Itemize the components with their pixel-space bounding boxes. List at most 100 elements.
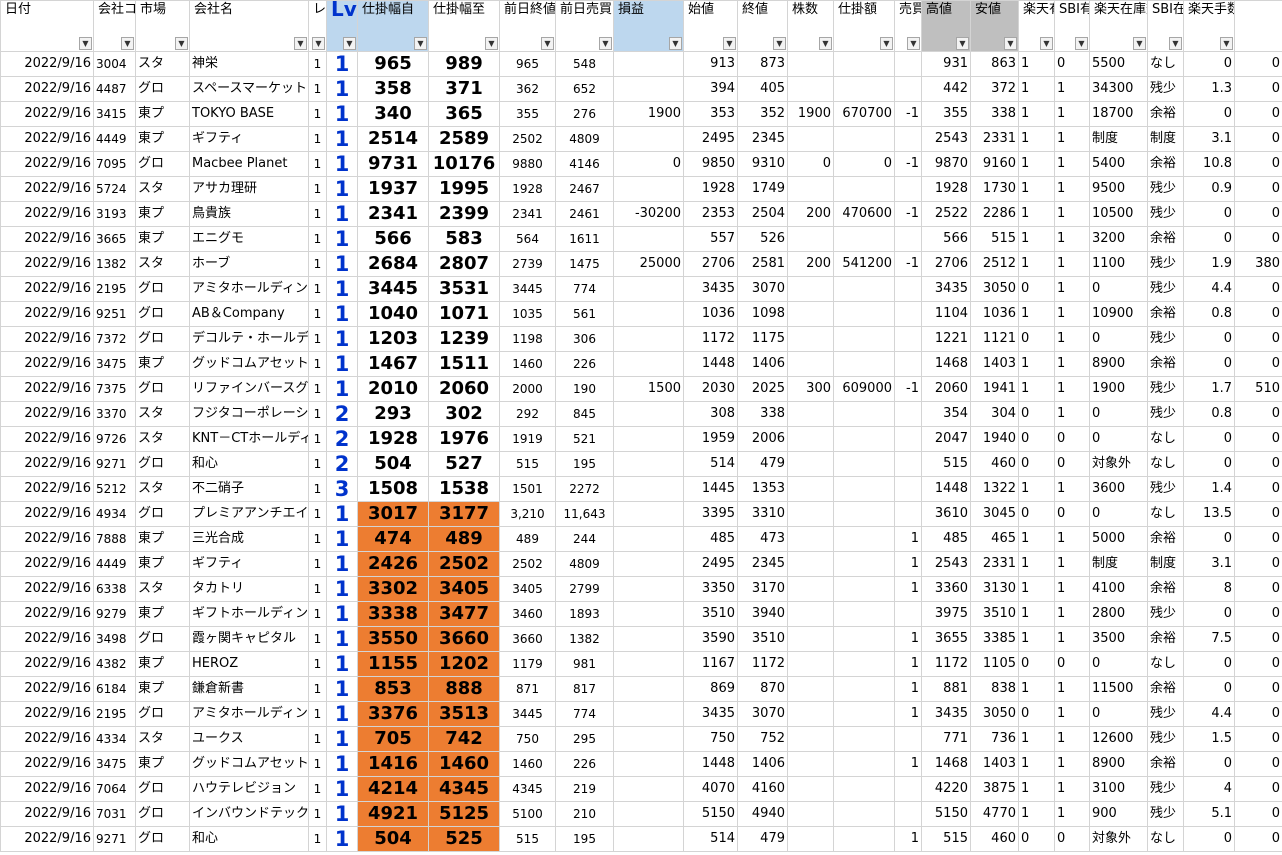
table-cell[interactable]: 1940 bbox=[970, 426, 1019, 452]
filter-dropdown-icon[interactable]: ▼ bbox=[414, 37, 427, 50]
table-cell[interactable]: 1928 bbox=[357, 426, 429, 452]
table-cell[interactable] bbox=[787, 701, 834, 727]
table-cell[interactable]: 473 bbox=[737, 526, 788, 552]
table-cell[interactable]: 0 bbox=[1183, 326, 1235, 352]
table-cell[interactable]: 1 bbox=[326, 601, 358, 627]
table-cell[interactable]: 3445 bbox=[499, 701, 556, 727]
table-cell[interactable]: 1 bbox=[1054, 376, 1090, 402]
table-cell[interactable]: 東プ bbox=[135, 526, 190, 552]
table-cell[interactable]: 609000 bbox=[833, 376, 895, 402]
table-cell[interactable]: なし bbox=[1147, 651, 1184, 677]
table-cell[interactable] bbox=[894, 126, 922, 152]
table-cell[interactable]: 0 bbox=[1234, 426, 1282, 452]
table-cell[interactable]: 3385 bbox=[970, 626, 1019, 652]
table-cell[interactable]: 神栄 bbox=[189, 51, 309, 77]
table-cell[interactable]: 479 bbox=[737, 826, 788, 852]
table-cell[interactable]: 4100 bbox=[1089, 576, 1148, 602]
table-cell[interactable]: 871 bbox=[499, 676, 556, 702]
table-cell[interactable]: 1.7 bbox=[1183, 376, 1235, 402]
table-cell[interactable]: 358 bbox=[357, 76, 429, 102]
table-cell[interactable]: 1 bbox=[326, 176, 358, 202]
table-cell[interactable]: 2022/9/16 bbox=[0, 351, 94, 377]
table-cell[interactable]: KNT－CTホールディングス bbox=[189, 426, 309, 452]
table-cell[interactable]: 1 bbox=[326, 351, 358, 377]
table-cell[interactable] bbox=[787, 751, 834, 777]
table-cell[interactable]: スタ bbox=[135, 576, 190, 602]
table-cell[interactable]: 355 bbox=[499, 101, 556, 127]
table-cell[interactable]: 4809 bbox=[555, 551, 614, 577]
filter-dropdown-icon[interactable]: ▼ bbox=[175, 37, 188, 50]
table-cell[interactable]: 2022/9/16 bbox=[0, 151, 94, 177]
table-cell[interactable]: 1 bbox=[1054, 726, 1090, 752]
table-cell[interactable]: スタ bbox=[135, 401, 190, 427]
table-cell[interactable]: 460 bbox=[970, 451, 1019, 477]
table-cell[interactable] bbox=[787, 626, 834, 652]
table-cell[interactable]: 195 bbox=[555, 451, 614, 477]
table-cell[interactable]: 362 bbox=[499, 76, 556, 102]
table-cell[interactable]: 302 bbox=[428, 401, 500, 427]
table-cell[interactable]: 4934 bbox=[93, 501, 136, 527]
table-cell[interactable]: 2504 bbox=[737, 201, 788, 227]
table-cell[interactable] bbox=[894, 451, 922, 477]
table-cell[interactable]: 0 bbox=[1018, 401, 1055, 427]
table-cell[interactable]: 0 bbox=[1183, 426, 1235, 452]
table-cell[interactable]: 4449 bbox=[93, 126, 136, 152]
table-cell[interactable]: 1 bbox=[894, 751, 922, 777]
table-cell[interactable]: 3 bbox=[326, 476, 358, 502]
table-cell[interactable]: 9731 bbox=[357, 151, 429, 177]
table-cell[interactable]: 515 bbox=[499, 451, 556, 477]
table-cell[interactable]: 1036 bbox=[683, 301, 738, 327]
table-cell[interactable]: 1 bbox=[894, 526, 922, 552]
table-cell[interactable]: アミタホールディングス bbox=[189, 276, 309, 302]
filter-dropdown-icon[interactable]: ▼ bbox=[541, 37, 554, 50]
table-cell[interactable]: 4070 bbox=[683, 776, 738, 802]
table-cell[interactable] bbox=[894, 476, 922, 502]
table-cell[interactable]: 1995 bbox=[428, 176, 500, 202]
table-cell[interactable]: 1322 bbox=[970, 476, 1019, 502]
table-cell[interactable]: 0 bbox=[1054, 501, 1090, 527]
table-cell[interactable]: 1 bbox=[1018, 576, 1055, 602]
table-cell[interactable]: 1 bbox=[1054, 551, 1090, 577]
table-cell[interactable]: 293 bbox=[357, 401, 429, 427]
table-cell[interactable]: 965 bbox=[499, 51, 556, 77]
table-cell[interactable]: 1928 bbox=[499, 176, 556, 202]
table-cell[interactable]: 2 bbox=[326, 401, 358, 427]
table-cell[interactable]: 3350 bbox=[683, 576, 738, 602]
table-cell[interactable]: 1 bbox=[308, 551, 327, 577]
table-cell[interactable]: グロ bbox=[135, 451, 190, 477]
table-cell[interactable]: 1928 bbox=[921, 176, 971, 202]
table-cell[interactable]: 1893 bbox=[555, 601, 614, 627]
table-cell[interactable]: 0 bbox=[1089, 326, 1148, 352]
table-cell[interactable]: 東プ bbox=[135, 126, 190, 152]
table-cell[interactable]: 1 bbox=[308, 151, 327, 177]
table-cell[interactable]: 3435 bbox=[921, 701, 971, 727]
table-cell[interactable]: 1 bbox=[308, 326, 327, 352]
table-cell[interactable]: 190 bbox=[555, 376, 614, 402]
table-cell[interactable]: 0 bbox=[1234, 401, 1282, 427]
table-cell[interactable] bbox=[787, 551, 834, 577]
table-cell[interactable]: 3302 bbox=[357, 576, 429, 602]
table-cell[interactable]: 0 bbox=[1234, 176, 1282, 202]
table-cell[interactable]: 残少 bbox=[1147, 176, 1184, 202]
table-cell[interactable]: 残少 bbox=[1147, 401, 1184, 427]
table-cell[interactable]: 2512 bbox=[970, 251, 1019, 277]
table-cell[interactable]: 9870 bbox=[921, 151, 971, 177]
table-cell[interactable]: 東プ bbox=[135, 101, 190, 127]
table-cell[interactable]: 1382 bbox=[555, 626, 614, 652]
table-cell[interactable]: 2341 bbox=[499, 201, 556, 227]
filter-dropdown-icon[interactable]: ▼ bbox=[343, 37, 356, 50]
table-cell[interactable]: フジタコーポレーション bbox=[189, 401, 309, 427]
table-cell[interactable]: 1 bbox=[1054, 701, 1090, 727]
table-cell[interactable]: 295 bbox=[555, 726, 614, 752]
table-cell[interactable]: 6338 bbox=[93, 576, 136, 602]
table-cell[interactable]: 1 bbox=[1018, 101, 1055, 127]
table-cell[interactable]: 0 bbox=[1234, 351, 1282, 377]
table-cell[interactable]: なし bbox=[1147, 51, 1184, 77]
table-cell[interactable]: スタ bbox=[135, 51, 190, 77]
table-cell[interactable]: 残少 bbox=[1147, 201, 1184, 227]
table-cell[interactable]: 1 bbox=[326, 126, 358, 152]
table-cell[interactable]: 8900 bbox=[1089, 751, 1148, 777]
table-cell[interactable]: 557 bbox=[683, 226, 738, 252]
table-cell[interactable]: 2022/9/16 bbox=[0, 501, 94, 527]
table-cell[interactable]: 0 bbox=[1234, 126, 1282, 152]
